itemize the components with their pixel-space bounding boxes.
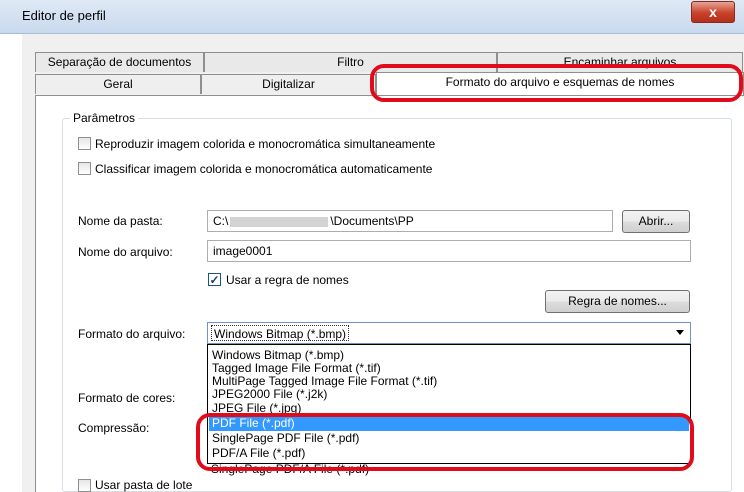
file-format-selected-value: Windows Bitmap (*.bmp) bbox=[211, 325, 350, 341]
simultaneous-output-checkbox[interactable] bbox=[78, 137, 91, 150]
color-format-label: Formato de cores: bbox=[78, 391, 176, 405]
close-button[interactable]: x bbox=[691, 1, 735, 23]
browse-button[interactable]: Abrir... bbox=[622, 210, 690, 233]
folder-name-field[interactable]: C:\ \Documents\PP bbox=[207, 210, 613, 232]
tab-document-separation[interactable]: Separação de documentos bbox=[35, 52, 204, 72]
format-option-j2k[interactable]: JPEG2000 File (*.j2k) bbox=[209, 387, 689, 402]
auto-classify-checkbox[interactable] bbox=[78, 162, 91, 175]
folder-path-end: \Documents\PP bbox=[330, 214, 414, 228]
highlight-pdf-options bbox=[196, 413, 694, 471]
naming-rule-checkbox[interactable]: ✓ bbox=[208, 273, 221, 286]
close-icon: x bbox=[709, 4, 717, 20]
naming-rule-label: Usar a regra de nomes bbox=[226, 273, 349, 287]
title-bar bbox=[0, 0, 744, 34]
highlight-file-format-tab bbox=[370, 64, 743, 102]
chevron-down-icon[interactable] bbox=[676, 330, 684, 335]
file-name-label: Nome do arquivo: bbox=[78, 245, 173, 259]
window-title: Editor de perfil bbox=[22, 8, 106, 23]
batch-folder-checkbox[interactable] bbox=[78, 479, 91, 492]
redacted-username bbox=[230, 216, 329, 227]
naming-rule-button[interactable]: Regra de nomes... bbox=[545, 290, 690, 313]
tab-general[interactable]: Geral bbox=[35, 74, 201, 94]
simultaneous-output-label: Reproduzir imagem colorida e monocromáti… bbox=[95, 137, 436, 151]
file-format-label: Formato do arquivo: bbox=[78, 327, 186, 341]
folder-path-start: C:\ bbox=[213, 214, 229, 228]
parameters-group-label: Parâmetros bbox=[70, 111, 139, 125]
compression-label: Compressão: bbox=[78, 421, 150, 435]
folder-name-label: Nome da pasta: bbox=[78, 214, 163, 228]
tab-scan[interactable]: Digitalizar bbox=[201, 74, 376, 94]
file-format-select[interactable]: Windows Bitmap (*.bmp) bbox=[207, 322, 691, 344]
file-name-field[interactable]: image0001 bbox=[207, 240, 691, 262]
batch-folder-label: Usar pasta de lote bbox=[95, 478, 193, 492]
auto-classify-label: Classificar imagem colorida e monocromát… bbox=[95, 162, 433, 176]
